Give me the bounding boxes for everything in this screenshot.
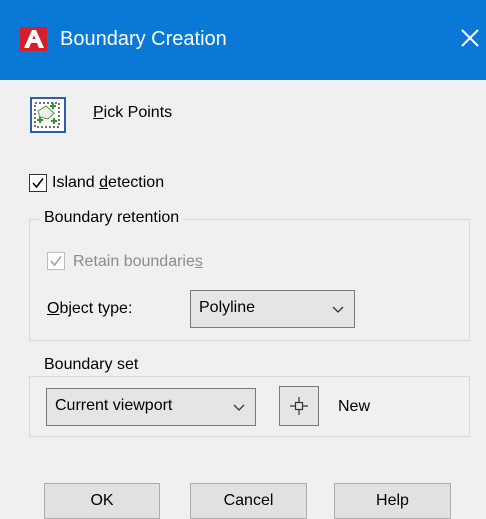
- cancel-button[interactable]: Cancel: [190, 483, 307, 519]
- island-detection-checkbox[interactable]: [29, 174, 47, 192]
- checkmark-icon: [50, 256, 62, 267]
- boundary-retention-title: Boundary retention: [40, 209, 184, 227]
- island-detection-label-pre: Island: [52, 174, 100, 191]
- island-detection-label[interactable]: Island detection: [52, 174, 164, 192]
- island-detection-label-accelerator: d: [99, 174, 109, 191]
- island-detection-label-post: etection: [108, 174, 165, 191]
- title-bar: Boundary Creation: [0, 0, 486, 80]
- select-objects-button[interactable]: [279, 386, 319, 426]
- pick-points-label-accelerator: P: [93, 104, 104, 121]
- object-type-label: Object type:: [47, 300, 132, 318]
- retain-boundaries-label-accelerator: s: [194, 253, 203, 270]
- close-icon: [461, 29, 479, 47]
- help-button[interactable]: Help: [334, 483, 451, 519]
- close-button[interactable]: [452, 20, 486, 60]
- retain-boundaries-label-pre: Retain boundarie: [73, 253, 195, 270]
- retain-boundaries-checkbox[interactable]: [47, 252, 65, 270]
- window-title: Boundary Creation: [60, 28, 227, 50]
- object-type-label-accelerator: O: [47, 300, 60, 317]
- pick-points-label[interactable]: Pick Points: [93, 104, 172, 122]
- pick-points-icon: [34, 102, 60, 128]
- ok-button[interactable]: OK: [44, 483, 160, 519]
- object-type-label-text: bject type:: [59, 300, 133, 317]
- pick-points-button[interactable]: [30, 97, 66, 133]
- object-type-value: Polyline: [199, 299, 256, 316]
- new-label: New: [338, 398, 371, 415]
- object-type-dropdown[interactable]: Polyline: [190, 290, 355, 328]
- autocad-logo-icon: [20, 27, 47, 51]
- boundary-set-dropdown[interactable]: Current viewport: [46, 388, 256, 426]
- crosshair-icon: [290, 397, 308, 415]
- chevron-down-icon: [233, 404, 245, 411]
- retain-boundaries-label[interactable]: Retain boundaries: [73, 253, 203, 271]
- boundary-set-value: Current viewport: [55, 397, 173, 414]
- chevron-down-icon: [332, 306, 344, 313]
- checkmark-icon: [32, 178, 44, 189]
- pick-points-label-text: ick Points: [103, 104, 173, 121]
- boundary-set-title: Boundary set: [40, 356, 143, 374]
